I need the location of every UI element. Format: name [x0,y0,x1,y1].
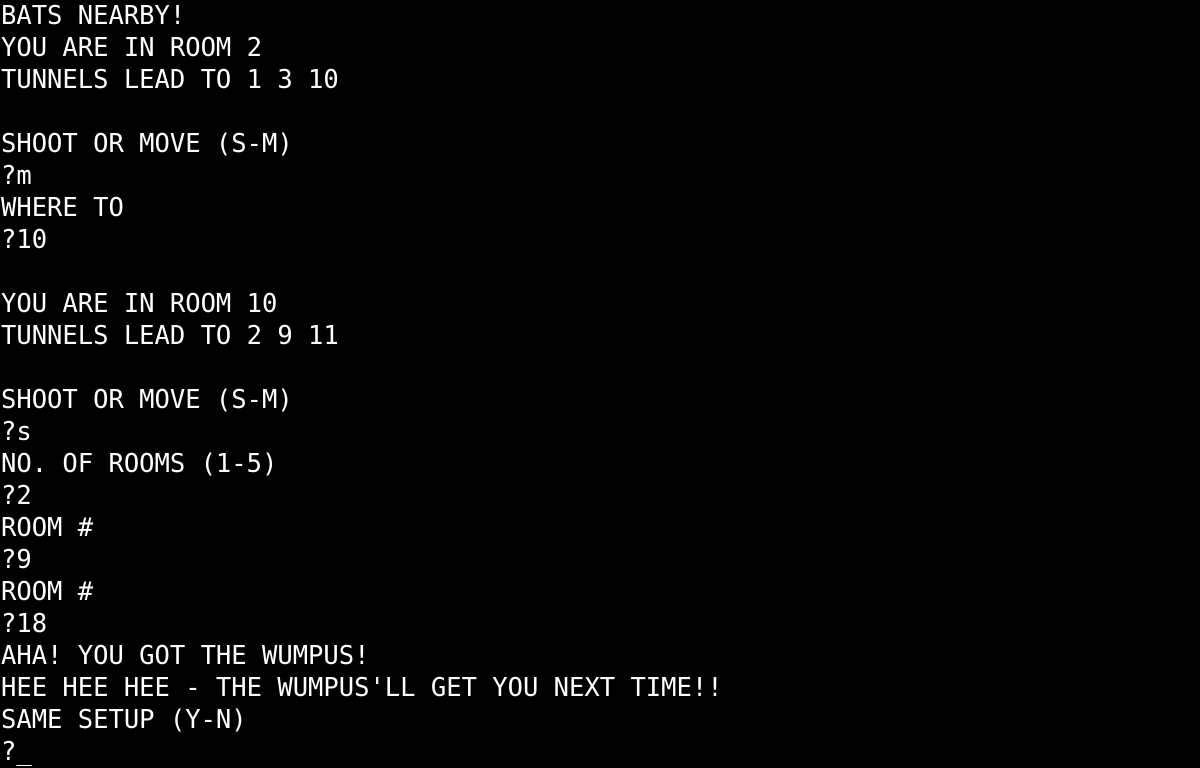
terminal-line: ?m [1,161,32,191]
terminal-line: HEE HEE HEE - THE WUMPUS'LL GET YOU NEXT… [1,673,723,703]
terminal-line: ROOM # [1,577,94,607]
terminal-line: YOU ARE IN ROOM 10 [1,289,278,319]
terminal-line: SHOOT OR MOVE (S-M) [1,129,293,159]
terminal-line: ?18 [1,609,48,639]
terminal-line: ?9 [1,545,32,575]
terminal-line: AHA! YOU GOT THE WUMPUS! [1,641,370,671]
terminal-line: ?s [1,417,32,447]
terminal-line: TUNNELS LEAD TO 1 3 10 [1,65,339,95]
terminal-window[interactable]: BATS NEARBY! YOU ARE IN ROOM 2 TUNNELS LEA… [0,0,1200,768]
terminal-line: TUNNELS LEAD TO 2 9 11 [1,321,339,351]
terminal-line: BATS NEARBY! [1,1,186,31]
terminal-output: BATS NEARBY! YOU ARE IN ROOM 2 TUNNELS LEA… [1,0,1200,736]
terminal-line: YOU ARE IN ROOM 2 [1,33,262,63]
terminal-line: ?10 [1,225,48,255]
terminal-line: SAME SETUP (Y-N) [1,705,247,735]
terminal-line: NO. OF ROOMS (1-5) [1,449,278,479]
terminal-line: ROOM # [1,513,94,543]
terminal-line: WHERE TO [1,193,124,223]
prompt: ? [1,737,17,767]
terminal-line: SHOOT OR MOVE (S-M) [1,385,293,415]
terminal-line: ?2 [1,481,32,511]
text-cursor: _ [16,737,32,767]
input-prompt-line[interactable]: ?_ [1,736,1200,768]
